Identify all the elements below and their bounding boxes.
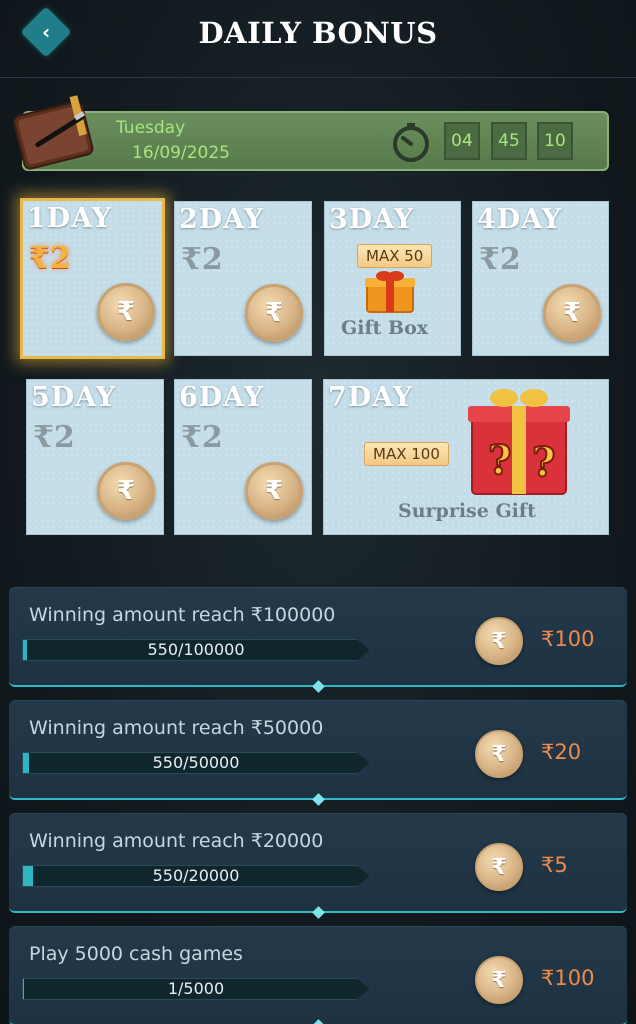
timer-hours: 04 bbox=[444, 122, 480, 160]
day-card-5[interactable]: 5DAY ₹2 ₹ bbox=[26, 379, 164, 535]
rupee-coin-icon: ₹ bbox=[245, 284, 303, 342]
svg-text:?: ? bbox=[532, 439, 555, 486]
max-tag: MAX 100 bbox=[364, 442, 449, 466]
surprise-gift-icon: ? ? bbox=[468, 389, 570, 495]
day-amount: ₹2 bbox=[29, 241, 71, 276]
reward-amount: ₹100 bbox=[541, 966, 595, 990]
day-amount: ₹2 bbox=[181, 242, 223, 277]
rupee-coin-icon: ₹ bbox=[475, 956, 523, 1004]
diamond-marker bbox=[312, 906, 325, 919]
day-label: 3DAY bbox=[329, 204, 415, 235]
task-title: Winning amount reach ₹20000 bbox=[29, 830, 324, 852]
day-name: Tuesday bbox=[116, 118, 186, 138]
day-label: 5DAY bbox=[31, 382, 117, 413]
progress-bar: 550/20000 bbox=[22, 865, 370, 887]
reward-amount: ₹100 bbox=[541, 627, 595, 651]
day-card-7[interactable]: 7DAY MAX 100 ? ? Surprise Gift bbox=[323, 379, 609, 535]
gift-box-icon bbox=[365, 271, 415, 313]
svg-text:?: ? bbox=[488, 437, 511, 484]
timer-icon bbox=[393, 123, 429, 162]
task-title: Winning amount reach ₹50000 bbox=[29, 717, 324, 739]
progress-bar: 550/100000 bbox=[22, 639, 370, 661]
task-card: Winning amount reach ₹20000 550/20000 ₹ … bbox=[9, 813, 627, 919]
progress-text: 550/50000 bbox=[152, 753, 240, 772]
max-tag: MAX 50 bbox=[357, 244, 433, 268]
progress-bar: 550/50000 bbox=[22, 752, 370, 774]
gift-caption: Gift Box bbox=[341, 317, 429, 339]
day-amount: ₹2 bbox=[181, 420, 223, 455]
rupee-coin-icon: ₹ bbox=[97, 283, 155, 341]
diamond-marker bbox=[312, 1019, 325, 1024]
day-label: 2DAY bbox=[179, 204, 265, 235]
reward-amount: ₹20 bbox=[541, 740, 582, 764]
reward-amount: ₹5 bbox=[541, 853, 568, 877]
day-amount: ₹2 bbox=[33, 420, 75, 455]
task-card: Winning amount reach ₹50000 550/50000 ₹ … bbox=[9, 700, 627, 806]
day-label: 7DAY bbox=[328, 382, 414, 413]
timer-seconds: 10 bbox=[537, 122, 573, 160]
rupee-coin-icon: ₹ bbox=[97, 462, 155, 520]
day-card-3[interactable]: 3DAY MAX 50 Gift Box bbox=[324, 201, 461, 356]
notebook-pen-icon bbox=[13, 95, 94, 170]
task-title: Winning amount reach ₹100000 bbox=[29, 604, 336, 626]
current-date: 16/09/2025 bbox=[132, 143, 230, 163]
rupee-coin-icon: ₹ bbox=[475, 617, 523, 665]
rupee-coin-icon: ₹ bbox=[245, 462, 303, 520]
progress-text: 550/100000 bbox=[147, 640, 245, 659]
progress-text: 1/5000 bbox=[167, 979, 225, 998]
day-label: 4DAY bbox=[477, 204, 563, 235]
day-label: 6DAY bbox=[179, 382, 265, 413]
page-title: DAILY BONUS bbox=[198, 16, 438, 50]
task-card: Play 5000 cash games 1/5000 ₹ ₹100 bbox=[9, 926, 627, 1024]
task-card: Winning amount reach ₹100000 550/100000 … bbox=[9, 587, 627, 693]
day-label: 1DAY bbox=[27, 203, 113, 234]
rupee-coin-icon: ₹ bbox=[475, 730, 523, 778]
progress-text: 550/20000 bbox=[152, 866, 240, 885]
diamond-marker bbox=[312, 680, 325, 693]
day-card-6[interactable]: 6DAY ₹2 ₹ bbox=[174, 379, 312, 535]
gift-caption: Surprise Gift bbox=[398, 500, 536, 522]
header: ‹ DAILY BONUS bbox=[0, 0, 636, 78]
day-amount: ₹2 bbox=[479, 242, 521, 277]
timer-minutes: 45 bbox=[491, 122, 527, 160]
task-title: Play 5000 cash games bbox=[29, 943, 243, 965]
progress-bar: 1/5000 bbox=[22, 978, 370, 1000]
rupee-coin-icon: ₹ bbox=[543, 284, 601, 342]
rupee-coin-icon: ₹ bbox=[475, 843, 523, 891]
diamond-marker bbox=[312, 793, 325, 806]
day-card-4[interactable]: 4DAY ₹2 ₹ bbox=[472, 201, 609, 356]
day-card-1[interactable]: 1DAY ₹2 ₹ bbox=[20, 198, 165, 359]
day-card-2[interactable]: 2DAY ₹2 ₹ bbox=[174, 201, 312, 356]
